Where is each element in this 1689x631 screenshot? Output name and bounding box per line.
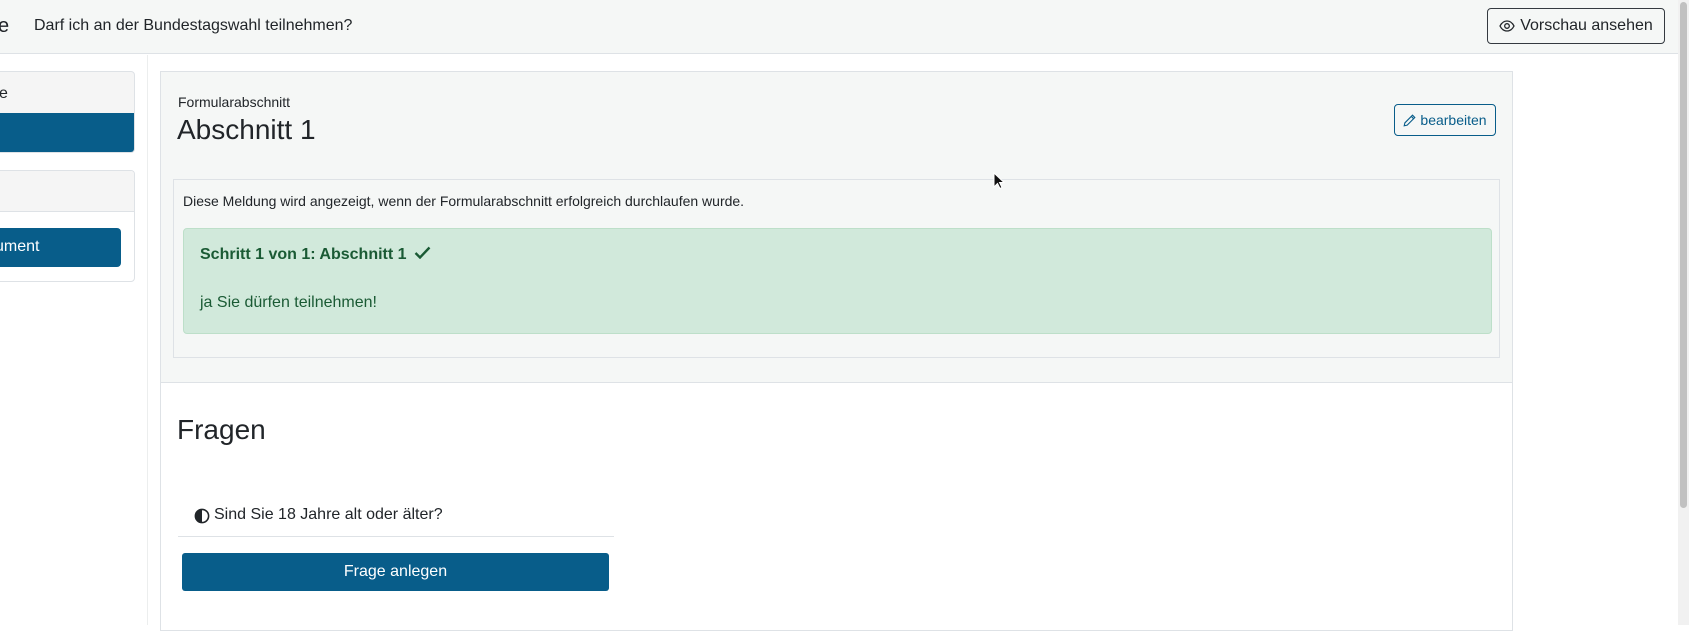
- document-button-label: ument: [0, 238, 40, 255]
- form-title: Darf ich an der Bundestagswahl teilnehme…: [34, 17, 353, 34]
- preview-label: Vorschau ansehen: [1520, 17, 1653, 34]
- questions-heading: Fragen: [177, 414, 266, 445]
- sidebar-card-header: [0, 171, 134, 212]
- half-circle-icon: [194, 508, 210, 524]
- question-item[interactable]: Sind Sie 18 Jahre alt oder älter?: [178, 506, 614, 537]
- alert-title: Schritt 1 von 1: Abschnitt 1: [200, 246, 431, 264]
- completion-message-hint: Diese Meldung wird angezeigt, wenn der F…: [183, 193, 745, 209]
- scrollbar-thumb[interactable]: [1680, 2, 1687, 508]
- success-alert: Schritt 1 von 1: Abschnitt 1 ja Sie dürf…: [183, 228, 1492, 334]
- sidebar-card-label: e: [0, 85, 8, 103]
- edit-button[interactable]: bearbeiten: [1394, 104, 1496, 136]
- sidebar-card: e: [0, 71, 135, 153]
- document-button[interactable]: ument: [0, 228, 121, 267]
- section-panel: Formularabschnitt Abschnitt 1 bearbeiten…: [160, 71, 1513, 631]
- mouse-cursor-icon: [993, 172, 1005, 190]
- divider: [147, 55, 148, 625]
- checkmark-icon: [414, 246, 431, 260]
- sidebar-card-documents: ument: [0, 170, 135, 282]
- eye-icon: [1499, 20, 1515, 32]
- section-title: Abschnitt 1: [177, 114, 316, 145]
- alert-title-text: Schritt 1 von 1: Abschnitt 1: [200, 246, 407, 263]
- alert-text: ja Sie dürfen teilnehmen!: [200, 294, 377, 311]
- section-header: Formularabschnitt Abschnitt 1 bearbeiten…: [161, 72, 1512, 383]
- top-bar: e Darf ich an der Bundestagswahl teilneh…: [0, 0, 1678, 54]
- edit-label: bearbeiten: [1420, 112, 1487, 128]
- section-subtitle: Formularabschnitt: [178, 94, 291, 110]
- completion-message-box: Diese Meldung wird angezeigt, wenn der F…: [173, 179, 1500, 358]
- pencil-icon: [1403, 113, 1416, 127]
- add-question-button[interactable]: Frage anlegen: [182, 553, 609, 591]
- sidebar-active-item[interactable]: [0, 113, 134, 152]
- brand-fragment: e: [0, 15, 10, 37]
- preview-button[interactable]: Vorschau ansehen: [1487, 8, 1665, 44]
- question-label: Sind Sie 18 Jahre alt oder älter?: [214, 506, 443, 523]
